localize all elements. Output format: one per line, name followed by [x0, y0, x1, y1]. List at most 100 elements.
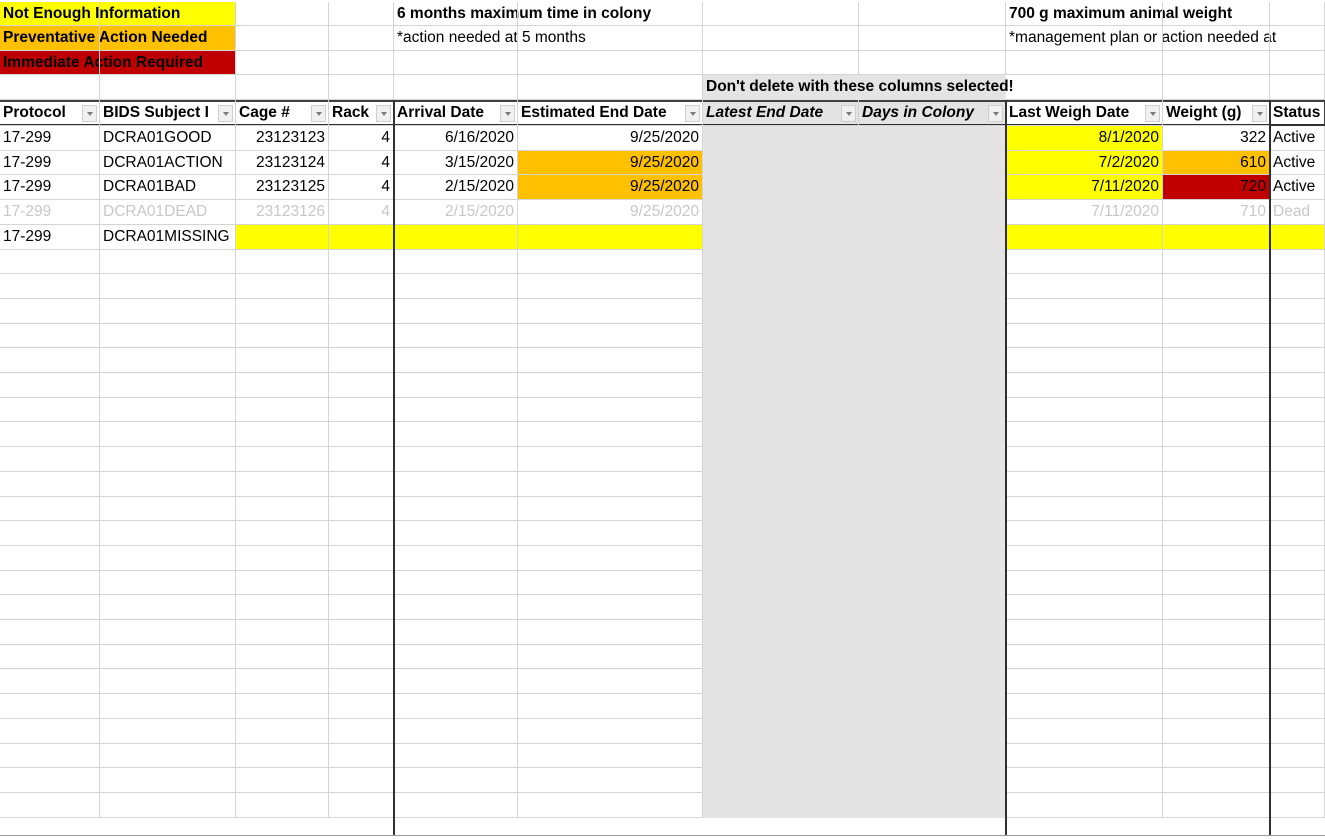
empty-cell[interactable] — [236, 175, 329, 200]
empty-cell[interactable] — [329, 422, 394, 447]
empty-cell[interactable] — [1006, 497, 1163, 521]
empty-cell[interactable] — [329, 75, 394, 100]
empty-cell[interactable] — [1270, 497, 1325, 521]
empty-cell[interactable] — [1163, 2, 1270, 26]
empty-cell[interactable] — [703, 373, 859, 398]
empty-cell[interactable] — [859, 398, 1006, 422]
empty-cell[interactable] — [329, 324, 394, 348]
empty-cell[interactable] — [518, 75, 703, 100]
empty-cell[interactable] — [1163, 669, 1270, 694]
empty-cell[interactable] — [1163, 546, 1270, 571]
empty-cell[interactable] — [518, 669, 703, 694]
empty-cell[interactable] — [0, 497, 100, 521]
empty-cell[interactable] — [859, 51, 1006, 75]
empty-cell[interactable] — [394, 694, 518, 719]
empty-cell[interactable] — [0, 447, 100, 472]
empty-cell[interactable] — [859, 274, 1006, 299]
empty-cell[interactable] — [394, 324, 518, 348]
empty-cell[interactable] — [1006, 422, 1163, 447]
empty-cell[interactable] — [394, 274, 518, 299]
empty-cell[interactable] — [1006, 151, 1163, 175]
empty-cell[interactable] — [394, 719, 518, 744]
empty-cell[interactable] — [329, 694, 394, 719]
empty-cell[interactable] — [859, 126, 1006, 151]
empty-cell[interactable] — [236, 373, 329, 398]
table-cell-status[interactable]: Active — [1270, 126, 1325, 151]
empty-cell[interactable] — [703, 595, 859, 620]
empty-cell[interactable] — [236, 151, 329, 175]
empty-cell[interactable] — [1270, 744, 1325, 768]
empty-cell[interactable] — [859, 546, 1006, 571]
empty-cell[interactable] — [329, 719, 394, 744]
empty-cell[interactable] — [0, 595, 100, 620]
empty-cell[interactable] — [703, 447, 859, 472]
empty-cell[interactable] — [100, 274, 236, 299]
empty-cell[interactable] — [1270, 620, 1325, 645]
empty-cell[interactable] — [100, 348, 236, 373]
empty-cell[interactable] — [859, 200, 1006, 225]
empty-cell[interactable] — [329, 299, 394, 324]
empty-cell[interactable] — [100, 669, 236, 694]
empty-cell[interactable] — [1006, 719, 1163, 744]
empty-cell[interactable] — [100, 694, 236, 719]
empty-cell[interactable] — [1163, 398, 1270, 422]
empty-cell[interactable] — [394, 348, 518, 373]
empty-cell[interactable] — [394, 373, 518, 398]
empty-cell[interactable] — [0, 324, 100, 348]
empty-cell[interactable] — [100, 620, 236, 645]
empty-cell[interactable] — [0, 422, 100, 447]
empty-cell[interactable] — [1163, 175, 1270, 200]
empty-cell[interactable] — [859, 669, 1006, 694]
empty-cell[interactable] — [236, 299, 329, 324]
empty-cell[interactable] — [859, 26, 1006, 51]
empty-cell[interactable] — [100, 645, 236, 669]
empty-cell[interactable] — [1270, 546, 1325, 571]
empty-cell[interactable] — [518, 472, 703, 497]
empty-cell[interactable] — [0, 274, 100, 299]
empty-cell[interactable] — [0, 373, 100, 398]
empty-cell[interactable] — [329, 595, 394, 620]
empty-cell[interactable] — [394, 571, 518, 595]
empty-cell[interactable] — [518, 521, 703, 546]
empty-cell[interactable] — [1163, 620, 1270, 645]
empty-cell[interactable] — [859, 151, 1006, 175]
empty-cell[interactable] — [236, 694, 329, 719]
empty-cell[interactable] — [0, 26, 100, 51]
empty-cell[interactable] — [1006, 250, 1163, 274]
empty-cell[interactable] — [236, 126, 329, 151]
empty-cell[interactable] — [859, 250, 1006, 274]
empty-cell[interactable] — [859, 2, 1006, 26]
empty-cell[interactable] — [0, 472, 100, 497]
empty-cell[interactable] — [236, 595, 329, 620]
empty-cell[interactable] — [236, 51, 329, 75]
empty-cell[interactable] — [0, 669, 100, 694]
empty-cell[interactable] — [0, 250, 100, 274]
empty-cell[interactable] — [329, 26, 394, 51]
empty-cell[interactable] — [1006, 348, 1163, 373]
empty-cell[interactable] — [703, 175, 859, 200]
empty-cell[interactable] — [1163, 719, 1270, 744]
empty-cell[interactable] — [859, 472, 1006, 497]
empty-cell[interactable] — [859, 694, 1006, 719]
empty-cell[interactable] — [1163, 645, 1270, 669]
empty-cell[interactable] — [329, 348, 394, 373]
empty-cell[interactable] — [703, 151, 859, 175]
empty-cell[interactable] — [329, 225, 394, 250]
empty-cell[interactable] — [703, 472, 859, 497]
empty-cell[interactable] — [859, 447, 1006, 472]
empty-cell[interactable] — [703, 744, 859, 768]
empty-cell[interactable] — [329, 373, 394, 398]
empty-cell[interactable] — [1006, 669, 1163, 694]
empty-cell[interactable] — [329, 645, 394, 669]
empty-cell[interactable] — [1006, 274, 1163, 299]
empty-cell[interactable] — [1006, 324, 1163, 348]
empty-cell[interactable] — [394, 51, 518, 75]
empty-cell[interactable] — [703, 793, 859, 818]
empty-cell[interactable] — [518, 793, 703, 818]
empty-cell[interactable] — [1270, 250, 1325, 274]
column-header[interactable]: Status — [1270, 100, 1325, 126]
empty-cell[interactable] — [236, 75, 329, 100]
empty-cell[interactable] — [859, 595, 1006, 620]
empty-cell[interactable] — [1006, 26, 1163, 51]
empty-cell[interactable] — [1006, 472, 1163, 497]
